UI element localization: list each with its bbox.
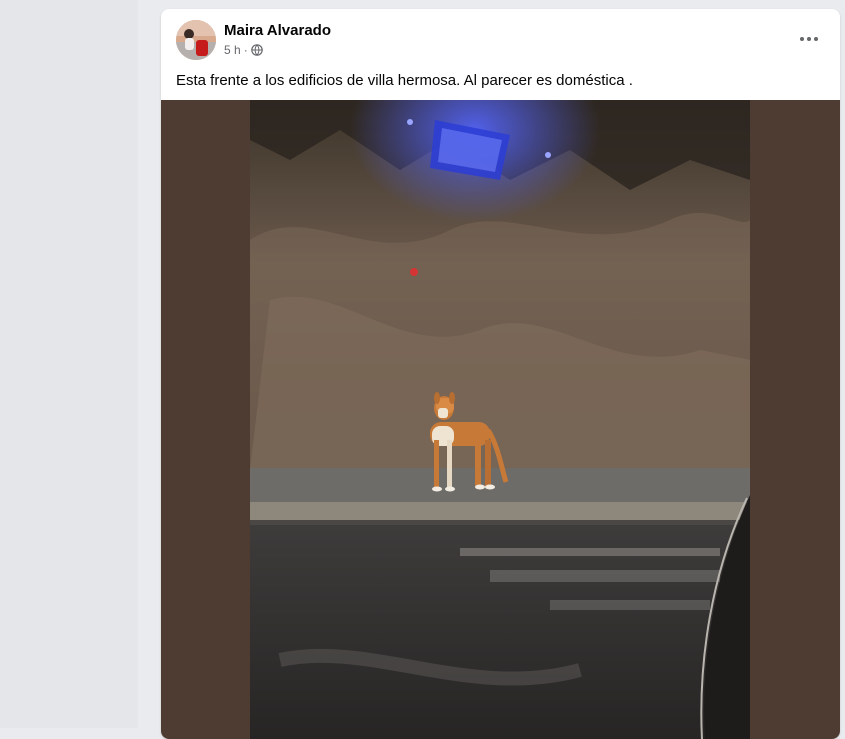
post-header: Maira Alvarado 5 h · [161,9,840,69]
post-caption: Esta frente a los edificios de villa her… [176,72,633,89]
globe-icon[interactable] [250,44,263,56]
post-media-container [161,100,840,739]
post-meta: 5 h · [224,43,263,57]
more-options-button[interactable] [794,23,824,53]
post-timestamp[interactable]: 5 h [224,43,241,57]
avatar[interactable] [176,20,216,60]
post-photo[interactable] [250,100,750,739]
post-author-name[interactable]: Maira Alvarado [224,22,331,39]
left-sidebar-strip [0,0,138,728]
meta-separator: · [243,43,248,57]
post-card: Maira Alvarado 5 h · Esta frente a los e… [161,9,840,739]
more-options-icon [799,29,819,47]
